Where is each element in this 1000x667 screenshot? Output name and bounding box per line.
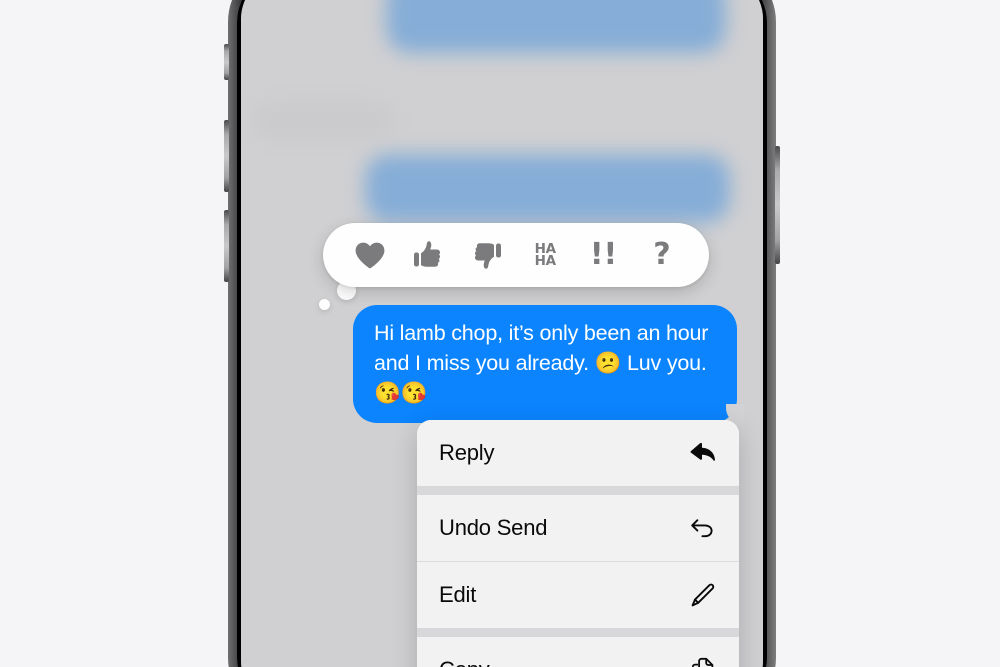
thumbs-up-icon[interactable] [407, 234, 449, 276]
message-context-menu[interactable]: Reply Undo Send Edit [417, 420, 739, 667]
haha-icon[interactable]: HA HA [524, 234, 566, 276]
message-text: Hi lamb chop, it’s only been an hour and… [374, 321, 709, 405]
focused-message-bubble[interactable]: Hi lamb chop, it’s only been an hour and… [353, 305, 744, 423]
haha-line-2: HA [534, 253, 556, 269]
question-mark-icon[interactable]: ? [641, 234, 683, 276]
undo-arrow-icon [688, 513, 718, 543]
menu-item-edit-label: Edit [439, 582, 477, 607]
double-exclamation-glyph: !! [589, 237, 618, 272]
menu-item-copy[interactable]: Copy [417, 637, 739, 667]
volume-up-button[interactable] [224, 120, 229, 192]
phone-screen: HA HA !! ? Hi lamb chop, it’s only been … [241, 0, 763, 667]
heart-icon[interactable] [349, 234, 391, 276]
reply-arrow-icon [688, 438, 718, 468]
menu-item-undo-send-label: Undo Send [439, 515, 548, 540]
thumbs-down-icon[interactable] [466, 234, 508, 276]
menu-section-separator-1 [417, 486, 739, 495]
volume-down-button[interactable] [224, 210, 229, 282]
copy-documents-icon [688, 655, 718, 667]
menu-item-copy-label: Copy [439, 657, 490, 667]
double-exclamation-icon[interactable]: !! [583, 234, 625, 276]
tapback-bar[interactable]: HA HA !! ? [323, 223, 709, 287]
mute-switch[interactable] [224, 44, 229, 80]
menu-item-reply[interactable]: Reply [417, 420, 739, 486]
tapback-tail-dot-small [319, 299, 330, 310]
menu-item-undo-send[interactable]: Undo Send [417, 495, 739, 561]
question-mark-glyph: ? [653, 237, 671, 272]
menu-section-separator-2 [417, 628, 739, 637]
pencil-icon [688, 580, 718, 610]
menu-item-edit[interactable]: Edit [417, 562, 739, 628]
side-power-button[interactable] [775, 146, 780, 264]
iphone-device: HA HA !! ? Hi lamb chop, it’s only been … [224, 0, 780, 667]
menu-item-reply-label: Reply [439, 440, 495, 465]
